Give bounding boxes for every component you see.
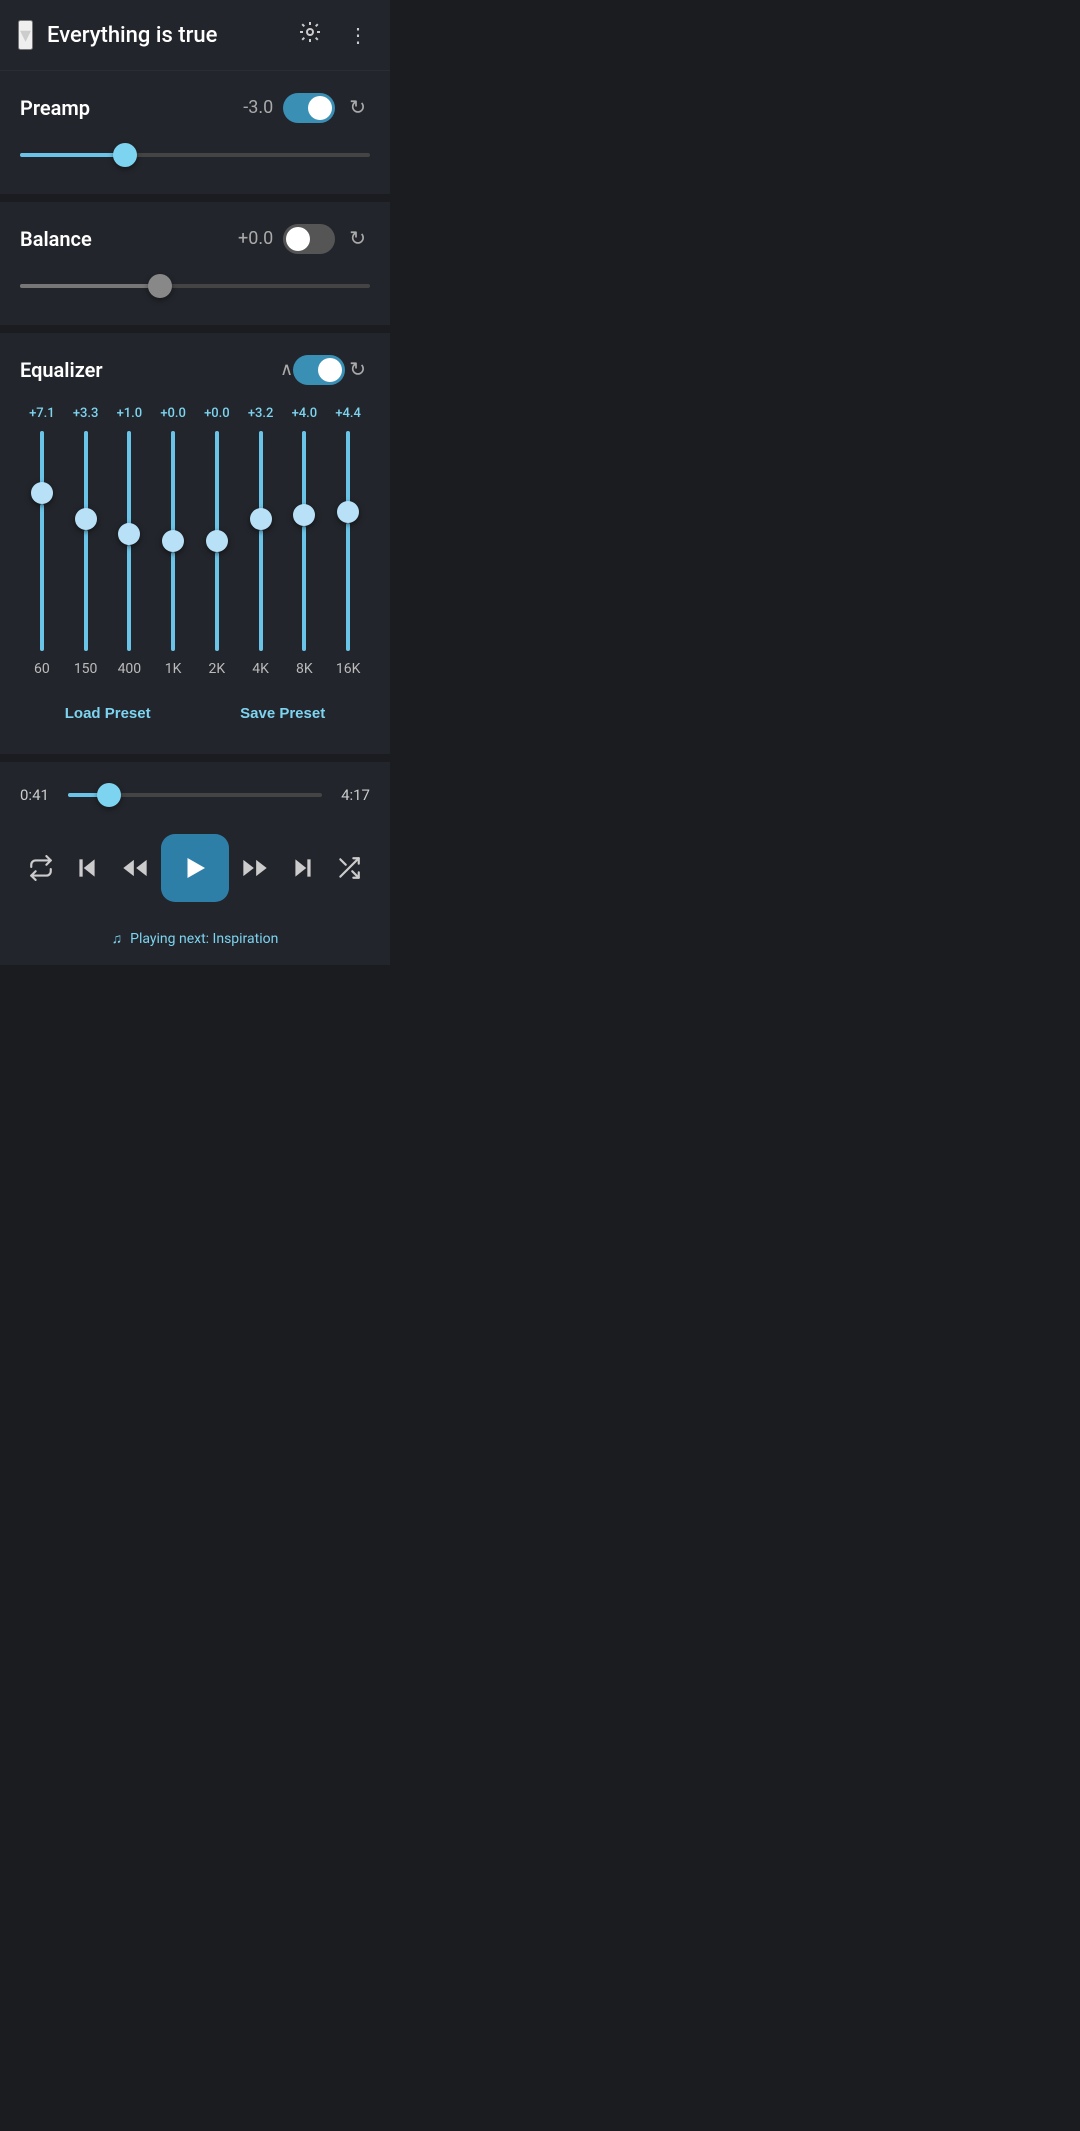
eq-band-value-2K: +0.0	[204, 406, 230, 421]
eq-band-value-60: +7.1	[29, 406, 55, 421]
playing-next-bar: ♫ Playing next: Inspiration	[20, 920, 370, 955]
balance-slider[interactable]	[20, 271, 370, 301]
eq-band-freq-label-2K: 2K	[209, 661, 226, 677]
repeat-button[interactable]	[20, 847, 62, 889]
play-button[interactable]	[161, 834, 229, 902]
header: ▾ Everything is true ⋮	[0, 0, 390, 71]
total-time: 4:17	[334, 786, 370, 804]
eq-band-value-1K: +0.0	[160, 406, 186, 421]
eq-band-slider-60[interactable]	[30, 431, 54, 651]
eq-band-slider-16K[interactable]	[336, 431, 360, 651]
page-title: Everything is true	[47, 23, 280, 48]
preamp-slider[interactable]	[20, 140, 370, 170]
preamp-label: Preamp	[20, 96, 213, 120]
chevron-down-button[interactable]: ▾	[18, 20, 33, 50]
current-time: 0:41	[20, 786, 56, 804]
equalizer-label: Equalizer	[20, 358, 272, 382]
preamp-section: Preamp -3.0 ↻	[0, 71, 390, 194]
eq-band-slider-8K[interactable]	[292, 431, 316, 651]
eq-band-150: +3.3 150	[64, 406, 108, 677]
eq-band-2K: +0.0 2K	[195, 406, 239, 677]
time-row: 0:41 4:17	[20, 780, 370, 810]
eq-band-freq-label-16K: 16K	[336, 661, 361, 677]
load-preset-button[interactable]: Load Preset	[45, 697, 171, 730]
preamp-reset-button[interactable]: ↻	[345, 91, 370, 124]
eq-band-value-150: +3.3	[73, 406, 99, 421]
settings-icon[interactable]	[294, 16, 326, 54]
eq-band-freq-label-8K: 8K	[296, 661, 313, 677]
eq-band-slider-4K[interactable]	[249, 431, 273, 651]
rewind-button[interactable]	[113, 846, 157, 890]
shuffle-button[interactable]	[328, 847, 370, 889]
balance-section: Balance +0.0 ↻	[0, 202, 390, 325]
eq-band-60: +7.1 60	[20, 406, 64, 677]
preamp-value: -3.0	[223, 97, 273, 118]
equalizer-collapse-icon: ∧	[280, 359, 293, 380]
eq-band-8K: +4.0 8K	[283, 406, 327, 677]
playback-controls	[20, 834, 370, 902]
previous-track-button[interactable]	[66, 847, 108, 889]
eq-band-slider-400[interactable]	[117, 431, 141, 651]
header-actions: ⋮	[294, 16, 372, 54]
preamp-toggle[interactable]	[283, 93, 335, 123]
eq-band-1K: +0.0 1K	[151, 406, 195, 677]
eq-band-freq-label-150: 150	[74, 661, 98, 677]
fast-forward-button[interactable]	[233, 846, 277, 890]
balance-label: Balance	[20, 227, 213, 251]
playback-section: 0:41 4:17	[0, 762, 390, 965]
eq-band-slider-2K[interactable]	[205, 431, 229, 651]
eq-band-4K: +3.2 4K	[239, 406, 283, 677]
eq-band-value-16K: +4.4	[335, 406, 361, 421]
equalizer-reset-button[interactable]: ↻	[345, 353, 370, 386]
eq-bands-container: +7.1 60 +3.3 150 +1.0 400 +0.0 1K +0.0 2K +3.2 4K +4…	[20, 406, 370, 677]
eq-band-slider-1K[interactable]	[161, 431, 185, 651]
save-preset-button[interactable]: Save Preset	[220, 697, 345, 730]
eq-preset-row: Load Preset Save Preset	[20, 697, 370, 730]
eq-band-16K: +4.4 16K	[326, 406, 370, 677]
eq-band-freq-label-4K: 4K	[252, 661, 269, 677]
eq-band-freq-label-400: 400	[118, 661, 142, 677]
balance-value: +0.0	[223, 228, 273, 249]
eq-band-value-8K: +4.0	[292, 406, 318, 421]
playing-next-icon: ♫	[112, 930, 123, 947]
more-options-icon[interactable]: ⋮	[344, 19, 372, 52]
equalizer-toggle[interactable]	[293, 355, 345, 385]
playing-next-label: Playing next: Inspiration	[130, 931, 278, 947]
eq-band-freq-label-60: 60	[34, 661, 50, 677]
eq-band-400: +1.0 400	[108, 406, 152, 677]
eq-band-value-400: +1.0	[117, 406, 143, 421]
eq-band-value-4K: +3.2	[248, 406, 274, 421]
balance-reset-button[interactable]: ↻	[345, 222, 370, 255]
balance-toggle[interactable]	[283, 224, 335, 254]
progress-slider[interactable]	[68, 780, 322, 810]
eq-band-freq-label-1K: 1K	[165, 661, 182, 677]
equalizer-section: Equalizer ∧ ↻ +7.1 60 +3.3 150 +1.0 400 +0.0 1K…	[0, 333, 390, 754]
eq-band-slider-150[interactable]	[74, 431, 98, 651]
next-track-button[interactable]	[282, 847, 324, 889]
